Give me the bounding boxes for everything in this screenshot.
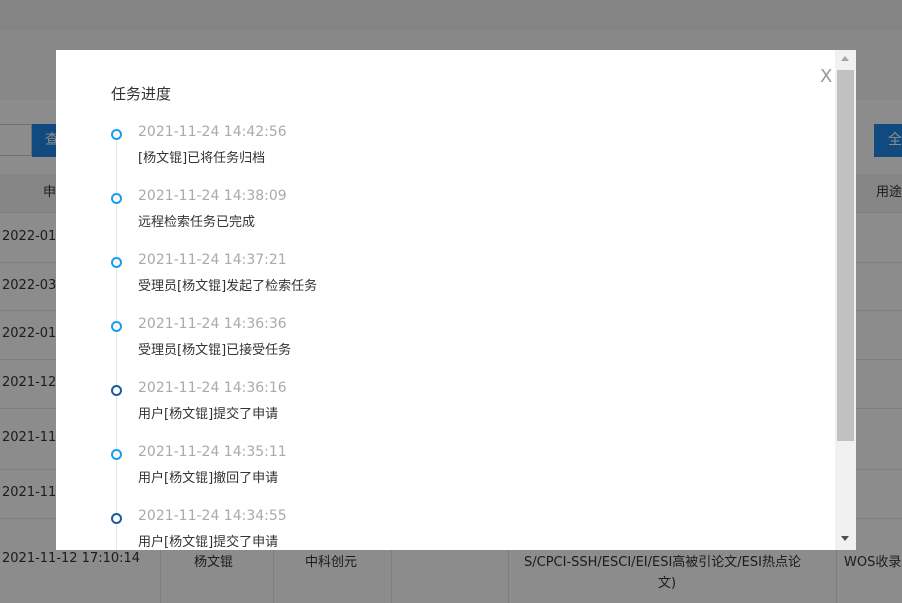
timeline-dot-icon <box>111 257 122 268</box>
timeline-text: 受理员[杨文锟]已接受任务 <box>138 343 292 358</box>
scroll-down-arrow-icon[interactable] <box>841 536 849 541</box>
timeline-dot-icon <box>111 193 122 204</box>
timeline-item: 2021-11-24 14:37:21 受理员[杨文锟]发起了检索任务 <box>111 252 811 300</box>
modal-title: 任务进度 <box>111 85 172 103</box>
scroll-up-arrow-icon[interactable] <box>841 56 849 61</box>
timeline-time: 2021-11-24 14:38:09 <box>138 188 287 204</box>
timeline-time: 2021-11-24 14:36:36 <box>138 316 287 332</box>
timeline-time: 2021-11-24 14:34:55 <box>138 508 287 524</box>
timeline-item: 2021-11-24 14:35:11 用户[杨文锟]撤回了申请 <box>111 444 811 492</box>
timeline-text: 远程检索任务已完成 <box>138 215 256 230</box>
timeline-item: 2021-11-24 14:42:56 [杨文锟]已将任务归档 <box>111 124 811 172</box>
timeline-time: 2021-11-24 14:42:56 <box>138 124 287 140</box>
timeline-text: 用户[杨文锟]提交了申请 <box>138 407 279 422</box>
timeline-dot-icon <box>111 385 122 396</box>
timeline-dot-icon <box>111 129 122 140</box>
timeline-dot-icon <box>111 449 122 460</box>
timeline-item: 2021-11-24 14:38:09 远程检索任务已完成 <box>111 188 811 236</box>
timeline-dot-icon <box>111 321 122 332</box>
scrollbar-thumb[interactable] <box>837 70 854 441</box>
modal-scrollbar[interactable] <box>835 50 856 550</box>
timeline-time: 2021-11-24 14:35:11 <box>138 444 287 460</box>
timeline-text: 受理员[杨文锟]发起了检索任务 <box>138 279 318 294</box>
timeline-text: 用户[杨文锟]撤回了申请 <box>138 471 279 486</box>
timeline-time: 2021-11-24 14:37:21 <box>138 252 287 268</box>
task-progress-modal: X 任务进度 2021-11-24 14:42:56 [杨文锟]已将任务归档 2… <box>56 50 856 550</box>
timeline-item: 2021-11-24 14:36:36 受理员[杨文锟]已接受任务 <box>111 316 811 364</box>
timeline-time: 2021-11-24 14:36:16 <box>138 380 287 396</box>
timeline-item: 2021-11-24 14:34:55 用户[杨文锟]提交了申请 <box>111 508 811 550</box>
timeline-item: 2021-11-24 14:36:16 用户[杨文锟]提交了申请 <box>111 380 811 428</box>
close-icon[interactable]: X <box>820 66 832 87</box>
timeline-dot-icon <box>111 513 122 524</box>
timeline-text: 用户[杨文锟]提交了申请 <box>138 535 279 550</box>
timeline-text: [杨文锟]已将任务归档 <box>138 151 266 166</box>
